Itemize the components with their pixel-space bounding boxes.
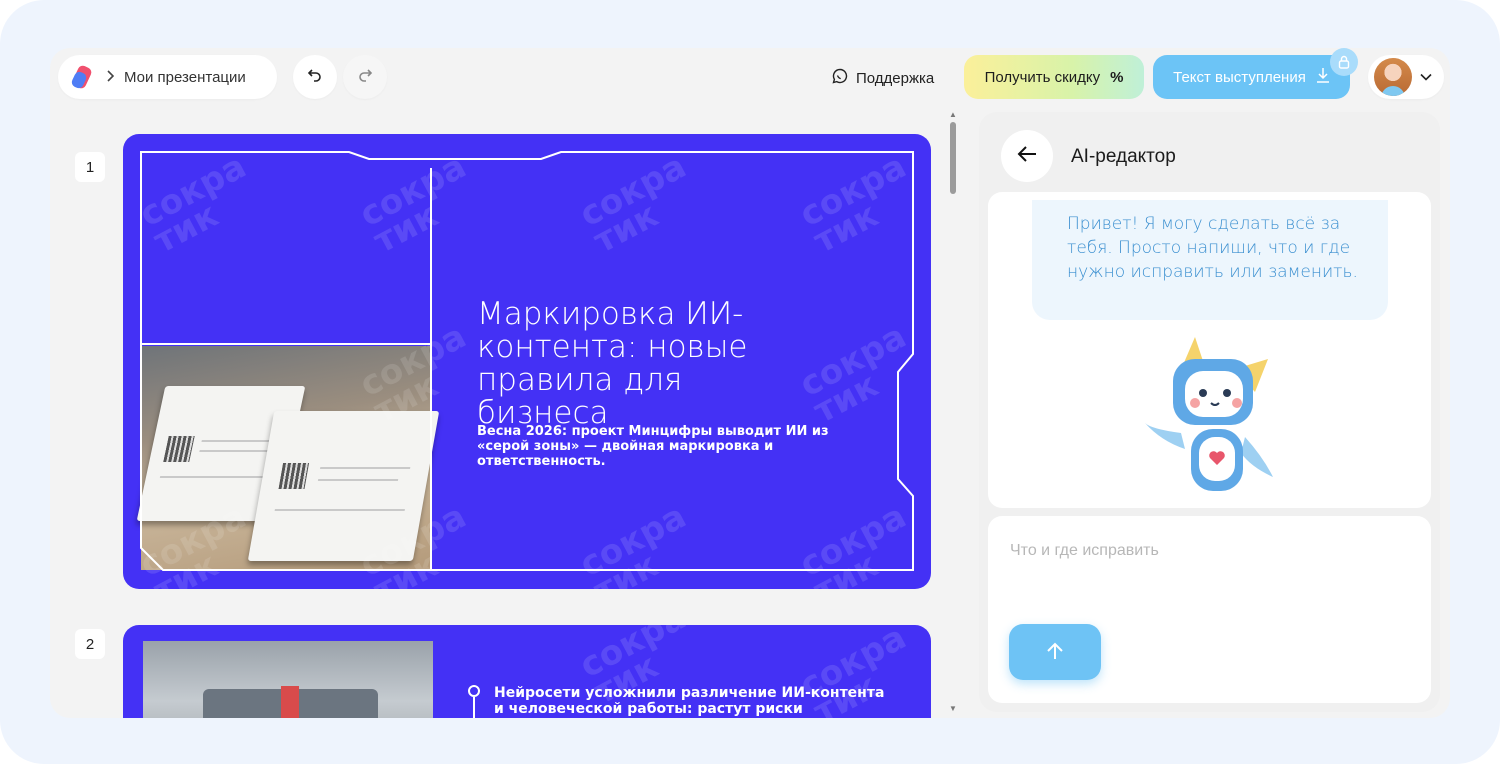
undo-button[interactable] [293, 55, 337, 99]
app-window: Мои презентации Поддержка Получить скидк… [50, 48, 1450, 718]
slide-number: 2 [75, 629, 105, 659]
slide-title: Маркировка ИИ-контента: новые правила дл… [477, 296, 748, 431]
speech-label: Текст выступления [1173, 68, 1306, 86]
chevron-right-icon [106, 69, 115, 85]
slide-thumbnail-1[interactable]: сокра тик сокра тик сокра тик сокра тик сокр… [123, 134, 931, 589]
slide-text: Нейросети усложнили различение ИИ-контен… [494, 685, 885, 718]
chevron-down-icon [1420, 68, 1432, 86]
scroll-down-icon[interactable]: ▼ [948, 704, 958, 714]
redo-icon [357, 67, 373, 88]
ai-editor-panel: AI-редактор Привет! Я могу сделать всё з… [979, 112, 1440, 712]
breadcrumb-label[interactable]: Мои презентации [124, 69, 246, 86]
bullet-icon [468, 685, 480, 697]
bullet-line [473, 697, 475, 718]
download-icon [1316, 67, 1330, 87]
percent-icon: % [1110, 68, 1124, 86]
panel-title: AI-редактор [1071, 146, 1176, 167]
prompt-input[interactable] [1010, 538, 1410, 564]
support-link[interactable]: Поддержка [832, 66, 934, 90]
support-label: Поддержка [856, 69, 935, 87]
user-menu[interactable] [1368, 55, 1444, 99]
get-discount-button[interactable]: Получить скидку % [964, 55, 1144, 99]
window-frame: Мои презентации Поддержка Получить скидк… [0, 0, 1500, 764]
chat-bubble-icon [832, 68, 848, 88]
prompt-card [988, 516, 1431, 703]
arrow-up-icon [1045, 641, 1065, 664]
scroll-thumb[interactable] [950, 122, 956, 194]
chat-area: Привет! Я могу сделать всё за тебя. Прос… [988, 192, 1431, 508]
robot-mascot-icon [1143, 337, 1278, 507]
back-button[interactable] [1001, 130, 1053, 182]
app-logo-icon [70, 64, 96, 90]
undo-icon [307, 67, 323, 88]
speech-text-button[interactable]: Текст выступления [1153, 55, 1350, 99]
slides-scrollbar[interactable]: ▲ ▼ [947, 108, 959, 718]
arrow-left-icon [1017, 145, 1037, 168]
avatar[interactable] [1374, 58, 1412, 96]
lock-icon [1330, 48, 1358, 76]
slide-number: 1 [75, 152, 105, 182]
send-button[interactable] [1009, 624, 1101, 680]
redo-button[interactable] [343, 55, 387, 99]
discount-label: Получить скидку [984, 68, 1101, 86]
slides-list[interactable]: 1 сокра тик сокра тик сокра тик сокра ти… [50, 108, 955, 718]
breadcrumb[interactable]: Мои презентации [58, 55, 277, 99]
slide-subtitle: Весна 2026: проект Минцифры выводит ИИ и… [477, 424, 829, 469]
slide-thumbnail-2[interactable]: сокра тик сокра тик Нейросети усложнили ра… [123, 625, 931, 718]
assistant-message: Привет! Я могу сделать всё за тебя. Прос… [1032, 200, 1388, 320]
scroll-up-icon[interactable]: ▲ [948, 110, 958, 120]
